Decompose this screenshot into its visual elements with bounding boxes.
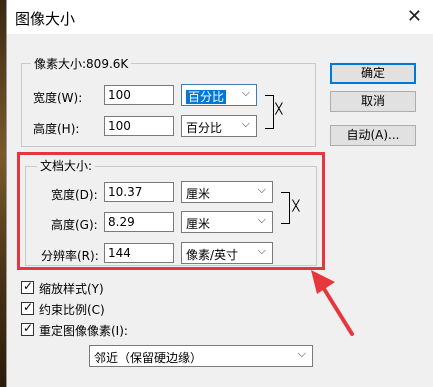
ok-button[interactable]: 确定 (330, 63, 416, 84)
constrain-proportions-checkbox[interactable]: ✓ (21, 300, 34, 315)
chevron-down-icon: ⌵ (257, 244, 266, 257)
doc-width-unit-select[interactable]: 厘米 ⌵ (181, 181, 273, 203)
resolution-label: 分辨率(R): (41, 249, 99, 263)
pixel-height-unit-select[interactable]: 百分比 ⌵ (181, 115, 257, 137)
chain-link-icon: ᚷ (275, 102, 283, 117)
chevron-down-icon: ⌵ (297, 347, 306, 360)
pixel-width-input[interactable] (104, 85, 174, 105)
chevron-down-icon: ⌵ (241, 117, 250, 130)
pixel-height-label: 高度(H): (33, 122, 80, 136)
chevron-down-icon: ⌵ (257, 183, 266, 196)
resample-method-value: 邻近（保留硬边缘） (94, 351, 203, 365)
resolution-unit-select[interactable]: 像素/英寸 ⌵ (181, 242, 273, 264)
pixel-width-label: 宽度(W): (33, 91, 83, 105)
pixel-height-input[interactable] (104, 116, 174, 136)
chevron-down-icon: ⌵ (257, 213, 266, 226)
resample-label: 重定图像像素(I): (39, 324, 128, 338)
doc-width-unit-value: 厘米 (186, 187, 211, 201)
doc-height-unit-select[interactable]: 厘米 ⌵ (181, 211, 273, 233)
document-size-legend: 文档大小: (37, 157, 96, 174)
doc-height-unit-value: 厘米 (186, 217, 211, 231)
check-icon: ✓ (23, 300, 34, 314)
doc-width-input[interactable] (104, 182, 174, 202)
constrain-proportions-label: 约束比例(C) (39, 303, 105, 317)
chevron-down-icon: ⌵ (241, 86, 250, 99)
resolution-input[interactable] (104, 243, 174, 263)
pixel-height-unit-value: 百分比 (186, 121, 223, 135)
close-icon[interactable]: ✕ (407, 6, 422, 27)
pixel-link-bracket (265, 95, 274, 129)
scale-styles-label: 缩放样式(Y) (39, 282, 104, 296)
resolution-unit-value: 像素/英寸 (186, 248, 239, 262)
image-size-dialog: 图像大小 ✕ 像素大小:809.6K 宽度(W): 百分比 ⌵ 高度(H): 百… (6, 0, 433, 387)
doc-height-label: 高度(G): (51, 218, 98, 232)
annotation-arrow (311, 270, 354, 336)
doc-link-bracket (281, 192, 290, 224)
chain-link-icon: ᚷ (292, 199, 300, 214)
scale-styles-checkbox[interactable]: ✓ (21, 279, 34, 294)
title-bar: 图像大小 ✕ (7, 0, 433, 34)
auto-button[interactable]: 自动(A)... (330, 125, 416, 146)
pixel-dimensions-legend: 像素大小:809.6K (31, 55, 132, 72)
pixel-width-unit-value: 百分比 (186, 90, 227, 104)
doc-height-input[interactable] (104, 212, 174, 232)
check-icon: ✓ (23, 279, 34, 293)
cancel-button[interactable]: 取消 (330, 91, 416, 112)
resample-checkbox[interactable]: ✓ (21, 321, 34, 336)
check-icon: ✓ (23, 321, 34, 335)
pixel-width-unit-select[interactable]: 百分比 ⌵ (181, 84, 257, 106)
dialog-title: 图像大小 (15, 10, 76, 28)
resample-method-select[interactable]: 邻近（保留硬边缘） ⌵ (89, 345, 313, 367)
doc-width-label: 宽度(D): (51, 188, 98, 202)
